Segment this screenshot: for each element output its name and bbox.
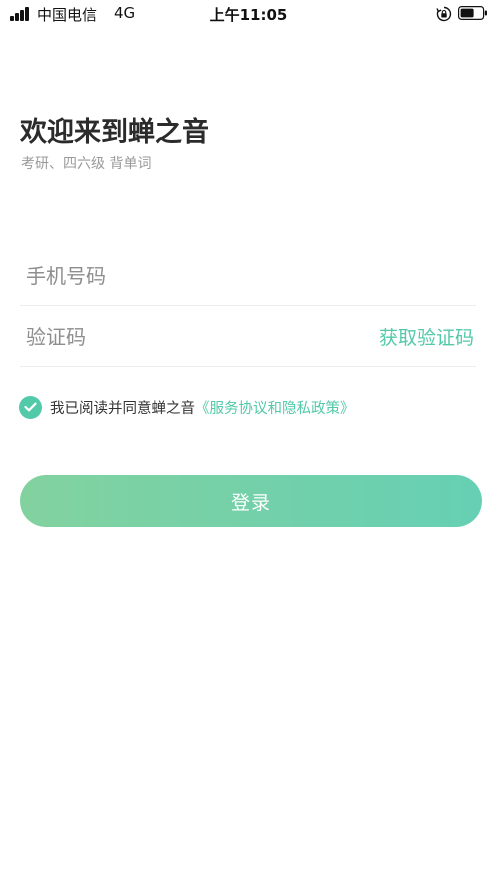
agreement-checkbox[interactable] (19, 395, 42, 419)
code-input-row: 获取验证码 (20, 307, 476, 367)
welcome-title: 欢迎来到蝉之音 (20, 117, 209, 148)
agreement-row: 我已阅读并同意蝉之音 《服务协议和隐私政策》 (19, 395, 355, 419)
phone-input[interactable] (26, 258, 326, 294)
welcome-subtitle: 考研、四六级 背单词 (21, 156, 152, 172)
status-time: 上午11:05 (209, 6, 288, 24)
orientation-lock-icon (436, 6, 452, 22)
status-bar: 中国电信 4G 上午11:05 (0, 0, 497, 30)
terms-privacy-link[interactable]: 《服务协议和隐私政策》 (195, 397, 355, 418)
agreement-text: 我已阅读并同意蝉之音 (50, 400, 195, 417)
battery-icon (458, 6, 487, 20)
check-icon (24, 402, 37, 412)
phone-input-row (20, 246, 476, 306)
login-screen: 中国电信 4G 上午11:05 欢迎来到蝉之音 考研、四六级 背单词 获取验证码 (0, 0, 497, 883)
login-button[interactable]: 登录 (20, 475, 482, 527)
get-code-button[interactable]: 获取验证码 (379, 323, 474, 350)
verification-code-input[interactable] (26, 319, 326, 355)
